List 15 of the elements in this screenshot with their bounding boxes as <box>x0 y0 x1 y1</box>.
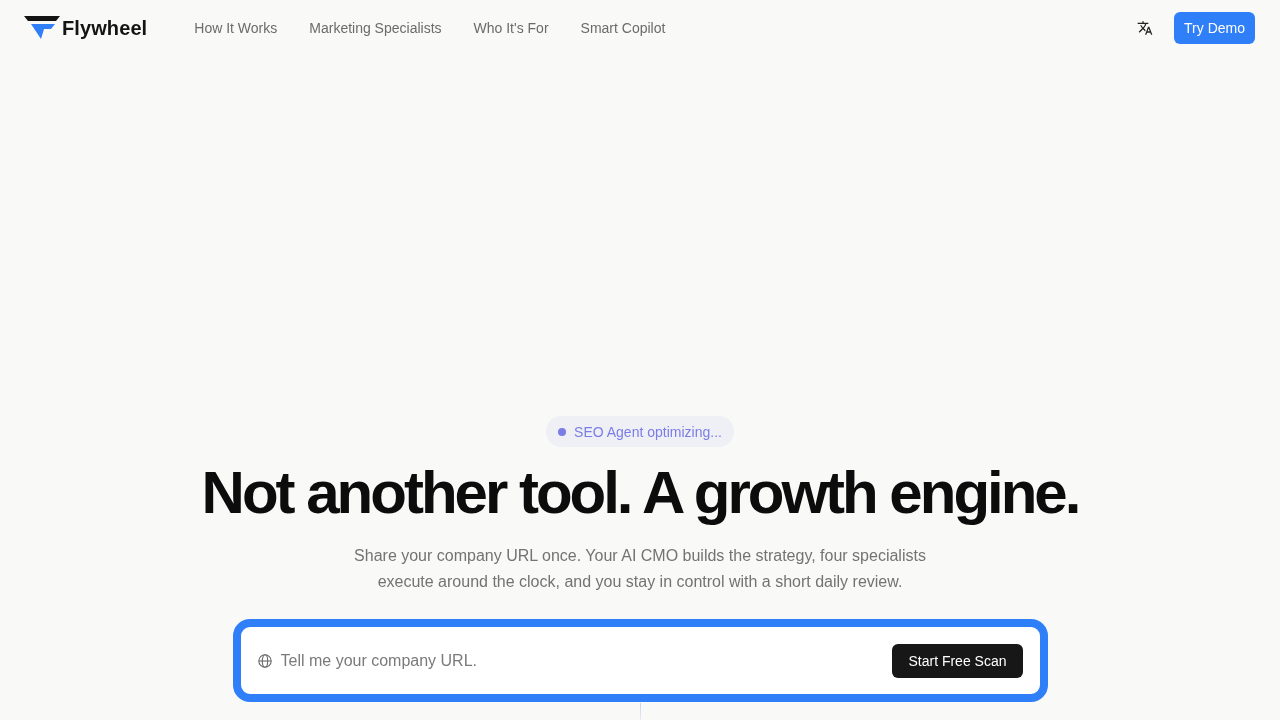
url-input-field[interactable]: Tell me your company URL. Start Free Scan <box>232 619 1048 702</box>
status-dot-icon <box>558 427 567 436</box>
nav-link[interactable]: Marketing Specialists <box>309 20 442 36</box>
logo-text[interactable]: Flywheel <box>62 16 148 40</box>
translate-icon[interactable] <box>1137 20 1154 36</box>
headline: Not another tool. A growth engine. <box>201 458 1079 528</box>
nav-link[interactable]: How It Works <box>194 20 278 36</box>
try-demo-button[interactable]: Try Demo <box>1174 12 1255 44</box>
globe-icon <box>257 653 272 668</box>
logo-icon[interactable] <box>24 16 60 40</box>
subheadline: Share your company URL once. Your AI CMO builds the strategy, four specialists execute around the clock, and you stay in control with a short daily review. <box>353 546 927 592</box>
start-free-scan-button[interactable]: Start Free Scan <box>892 643 1023 678</box>
nav-link[interactable]: Who It's For <box>473 20 549 36</box>
status-text: SEO Agent optimizing... <box>574 423 722 440</box>
nav-link[interactable]: Smart Copilot <box>580 20 666 36</box>
